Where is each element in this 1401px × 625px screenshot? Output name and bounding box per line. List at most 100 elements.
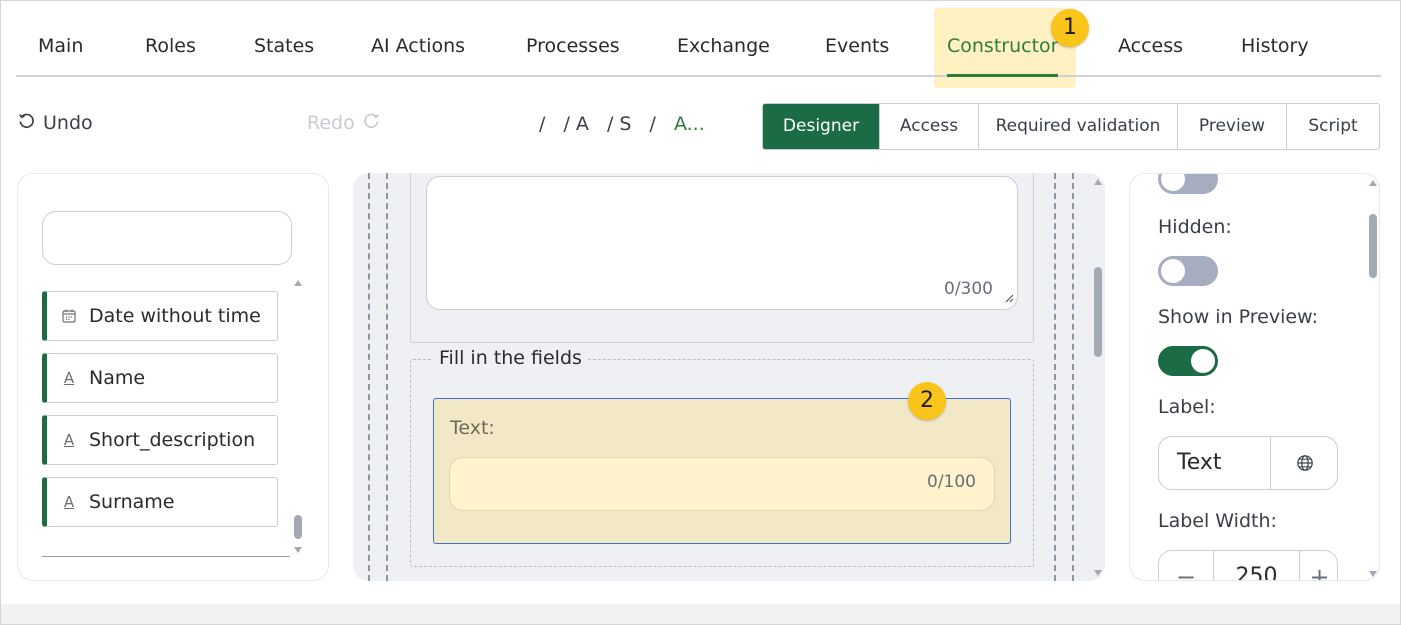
- palette-item-label: Short_description: [89, 429, 256, 451]
- main-tabs: Main Roles States AI Actions Processes E…: [16, 1, 1381, 77]
- tab-label: States: [254, 35, 315, 57]
- text-input[interactable]: 0/100: [449, 457, 995, 511]
- scroll-down-arrow-icon[interactable]: [1369, 571, 1377, 577]
- text-type-icon: A: [63, 369, 75, 387]
- palette-item-short-description[interactable]: A Short_description: [42, 415, 278, 465]
- tab-label: History: [1241, 35, 1309, 57]
- scroll-thumb[interactable]: [294, 515, 302, 539]
- scroll-up-arrow-icon[interactable]: [294, 280, 302, 286]
- palette-item-surname[interactable]: A Surname: [42, 477, 278, 527]
- scroll-down-arrow-icon[interactable]: [294, 547, 302, 553]
- char-counter: 0/100: [927, 472, 976, 492]
- breadcrumb-item[interactable]: / S: [607, 113, 632, 135]
- undo-icon: [18, 112, 35, 134]
- form-section[interactable]: 0/300: [410, 173, 1034, 343]
- view-access[interactable]: Access: [880, 104, 979, 149]
- calendar-icon: [61, 309, 77, 323]
- show-in-preview-toggle[interactable]: [1158, 346, 1218, 376]
- scroll-thumb[interactable]: [1094, 267, 1102, 357]
- tab-access[interactable]: Access: [1118, 1, 1183, 77]
- tab-label: Processes: [526, 35, 620, 57]
- palette-item-name[interactable]: A Name: [42, 353, 278, 403]
- toggle-knob: [1161, 259, 1185, 283]
- palette-item-label: Surname: [89, 491, 175, 513]
- scroll-up-arrow-icon[interactable]: [1094, 179, 1102, 185]
- bottom-bar: [1, 604, 1400, 624]
- label-value: Text: [1177, 450, 1222, 475]
- undo-label: Undo: [43, 112, 93, 134]
- resize-handle-icon[interactable]: [1004, 288, 1014, 307]
- tab-label: Access: [1118, 35, 1184, 57]
- tab-label: AI Actions: [371, 35, 466, 57]
- previous-toggle[interactable]: [1158, 174, 1218, 194]
- toggle-knob: [1161, 174, 1185, 191]
- tab-label: Constructor: [947, 35, 1059, 57]
- tab-exchange[interactable]: Exchange: [677, 1, 770, 77]
- redo-label: Redo: [307, 112, 355, 134]
- palette-divider: [42, 556, 290, 557]
- tab-label: Main: [38, 35, 84, 57]
- view-required-validation[interactable]: Required validation: [979, 104, 1178, 149]
- decrement-button[interactable]: −: [1159, 551, 1214, 580]
- breadcrumb-item[interactable]: /: [539, 113, 545, 135]
- palette-item-date[interactable]: Date without time: [42, 291, 278, 341]
- active-tab-underline: [947, 74, 1059, 77]
- app-window: Main Roles States AI Actions Processes E…: [0, 0, 1401, 625]
- tab-ai-actions[interactable]: AI Actions: [371, 1, 465, 77]
- view-preview[interactable]: Preview: [1178, 104, 1287, 149]
- breadcrumb-item[interactable]: /: [650, 113, 656, 135]
- view-script[interactable]: Script: [1287, 104, 1379, 149]
- palette-search-input[interactable]: [42, 211, 292, 265]
- hidden-label: Hidden:: [1158, 216, 1232, 238]
- scroll-up-arrow-icon[interactable]: [1369, 180, 1377, 186]
- tab-main[interactable]: Main: [38, 1, 83, 77]
- palette-item-label: Name: [89, 367, 146, 389]
- field-label: Text:: [450, 417, 495, 439]
- char-counter: 0/300: [944, 279, 993, 299]
- designer-canvas: 0/300 Fill in the fields Text: 0/100: [353, 173, 1105, 581]
- properties-scrollbar[interactable]: [1366, 174, 1379, 580]
- label-width-label: Label Width:: [1158, 510, 1277, 532]
- scroll-thumb[interactable]: [1369, 214, 1377, 278]
- tab-history[interactable]: History: [1241, 1, 1309, 77]
- scroll-down-arrow-icon[interactable]: [1094, 570, 1102, 576]
- redo-button[interactable]: Redo: [307, 112, 380, 134]
- field-palette: Date without time A Name A Short_descrip…: [17, 173, 329, 581]
- palette-scrollbar[interactable]: [291, 277, 305, 557]
- label-input[interactable]: Text: [1158, 436, 1338, 490]
- step-badge-1: 1: [1051, 9, 1089, 47]
- breadcrumb-item[interactable]: / A: [563, 113, 588, 135]
- tab-states[interactable]: States: [254, 1, 314, 77]
- textarea-field[interactable]: 0/300: [426, 176, 1018, 310]
- column-guide: [1072, 173, 1074, 581]
- view-designer[interactable]: Designer: [763, 104, 880, 149]
- text-type-icon: A: [63, 431, 75, 449]
- palette-item-label: Date without time: [89, 305, 261, 327]
- label-label: Label:: [1158, 396, 1216, 418]
- breadcrumb: / / A / S / A...: [539, 113, 717, 135]
- fieldset-legend: Fill in the fields: [433, 347, 588, 369]
- label-width-value[interactable]: 250: [1214, 551, 1299, 580]
- canvas-scrollbar[interactable]: [1091, 173, 1105, 581]
- hidden-toggle[interactable]: [1158, 256, 1218, 286]
- text-type-icon: A: [63, 493, 75, 511]
- tab-label: Roles: [145, 35, 196, 57]
- tab-processes[interactable]: Processes: [526, 1, 620, 77]
- step-badge-2: 2: [908, 382, 946, 420]
- tab-constructor[interactable]: Constructor: [947, 1, 1059, 77]
- globe-icon[interactable]: [1270, 437, 1338, 489]
- undo-button[interactable]: Undo: [18, 112, 93, 134]
- column-guide: [368, 173, 370, 581]
- tab-roles[interactable]: Roles: [145, 1, 196, 77]
- column-guide: [386, 173, 388, 581]
- properties-panel: Hidden: Show in Preview: Label: Text Lab…: [1129, 173, 1380, 581]
- view-switcher: Designer Access Required validation Prev…: [762, 103, 1380, 150]
- tab-events[interactable]: Events: [825, 1, 889, 77]
- tab-label: Events: [825, 35, 890, 57]
- breadcrumb-current[interactable]: A...: [674, 113, 705, 135]
- show-in-preview-label: Show in Preview:: [1158, 306, 1318, 328]
- tab-label: Exchange: [677, 35, 770, 57]
- toggle-knob: [1191, 349, 1215, 373]
- increment-button[interactable]: +: [1299, 551, 1339, 580]
- column-guide: [1054, 173, 1056, 581]
